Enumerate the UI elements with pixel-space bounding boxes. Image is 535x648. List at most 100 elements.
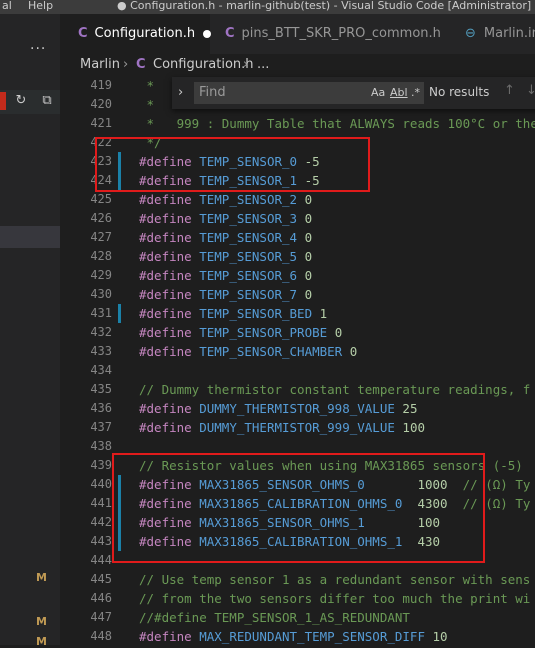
- define-keyword: #define: [139, 230, 192, 245]
- macro-name: TEMP_SENSOR_4: [199, 230, 298, 245]
- macro-name: TEMP_SENSOR_7: [199, 287, 298, 302]
- macro-name: TEMP_SENSOR_BED: [199, 306, 313, 321]
- selected-file-row[interactable]: [0, 226, 60, 248]
- macro-value: 100: [402, 420, 425, 435]
- regex-toggle[interactable]: .*: [411, 86, 420, 99]
- window-title: ● Configuration.h - marlin-github(test) …: [117, 0, 532, 12]
- macro-value: 0: [304, 211, 313, 226]
- line-number: 428: [90, 249, 112, 263]
- macro-name: TEMP_SENSOR_2: [199, 192, 298, 207]
- title-bar: al Help ● Configuration.h - marlin-githu…: [0, 0, 535, 14]
- tab-label: pins_BTT_SKR_PRO_common.h: [241, 26, 441, 41]
- code-line: #define DUMMY_THERMISTOR_999_VALUE 100: [139, 418, 425, 437]
- breadcrumb-more[interactable]: ...: [257, 54, 269, 76]
- code-line: // from the two sensors differ too much …: [139, 589, 530, 608]
- line-number: 444: [90, 553, 112, 567]
- c-file-icon: C: [78, 26, 88, 41]
- breadcrumb-file[interactable]: Configuration.h: [153, 54, 254, 76]
- chevron-right-icon: ›: [123, 57, 129, 72]
- define-keyword: #define: [139, 306, 192, 321]
- code-line: #define DUMMY_THERMISTOR_998_VALUE 25: [139, 399, 417, 418]
- modified-line-marker: [118, 304, 121, 323]
- modified-badge: M: [36, 571, 47, 584]
- line-number: 437: [90, 420, 112, 434]
- code-line: // Use temp sensor 1 as a redundant sens…: [139, 570, 530, 589]
- tab-pins-btt-skr-pro-common-h[interactable]: Cpins_BTT_SKR_PRO_common.h: [210, 14, 445, 54]
- define-keyword: #define: [139, 268, 192, 283]
- code-line: #define TEMP_SENSOR_2 0: [139, 190, 312, 209]
- line-number: 442: [90, 515, 112, 529]
- line-number: 427: [90, 230, 112, 244]
- code-comment: // Dummy thermistor constant temperature…: [139, 382, 531, 397]
- line-number: 429: [90, 268, 112, 282]
- next-match-icon[interactable]: ↓: [526, 83, 535, 98]
- code-line: #define TEMP_SENSOR_7 0: [139, 285, 312, 304]
- active-item-marker: [0, 92, 6, 110]
- find-input[interactable]: Find Aa Abl .*: [194, 82, 424, 104]
- tab-configuration-h[interactable]: C Configuration.h: [60, 14, 212, 54]
- code-line: #define TEMP_SENSOR_5 0: [139, 247, 312, 266]
- define-keyword: #define: [139, 287, 192, 302]
- find-placeholder: Find: [199, 85, 226, 100]
- macro-value: 1: [319, 306, 328, 321]
- code-line: #define TEMP_SENSOR_BED 1: [139, 304, 327, 323]
- collapse-all-icon[interactable]: ⧉: [40, 94, 54, 108]
- menu-view[interactable]: al: [2, 0, 12, 11]
- code-line: *: [139, 95, 155, 114]
- line-number: 420: [90, 97, 112, 111]
- more-actions-icon[interactable]: ···: [30, 41, 46, 57]
- line-number: 421: [90, 116, 112, 130]
- code-comment: //#define TEMP_SENSOR_1_AS_REDUNDANT: [139, 610, 410, 625]
- line-number: 433: [90, 344, 112, 358]
- chevron-right-icon: ›: [243, 57, 249, 72]
- code-line: *: [139, 76, 155, 95]
- line-number: 436: [90, 401, 112, 415]
- line-number: 426: [90, 211, 112, 225]
- code-line: //#define TEMP_SENSOR_1_AS_REDUNDANT: [139, 608, 410, 627]
- highlight-box-temp-sensors: [95, 137, 370, 192]
- explorer-sidebar: ··· ↻ ⧉ M M M: [0, 14, 60, 648]
- whole-word-toggle[interactable]: Abl: [390, 86, 408, 99]
- line-number: 441: [90, 496, 112, 510]
- define-keyword: #define: [139, 325, 192, 340]
- breadcrumb-folder[interactable]: Marlin: [80, 54, 120, 76]
- code-comment: // Use temp sensor 1 as a redundant sens…: [139, 572, 531, 587]
- line-number: 430: [90, 287, 112, 301]
- refresh-icon[interactable]: ↻: [14, 94, 28, 108]
- line-number: 431: [90, 306, 112, 320]
- code-line: #define TEMP_SENSOR_3 0: [139, 209, 312, 228]
- macro-value: 0: [334, 325, 343, 340]
- macro-name: TEMP_SENSOR_CHAMBER: [199, 344, 343, 359]
- line-number: 435: [90, 382, 112, 396]
- macro-name: TEMP_SENSOR_PROBE: [199, 325, 328, 340]
- define-keyword: #define: [139, 249, 192, 264]
- tab-bar: C Configuration.h Cpins_BTT_SKR_PRO_commo…: [60, 14, 535, 54]
- previous-match-icon[interactable]: ↑: [504, 83, 515, 98]
- tab-label: Marlin.ino: [483, 26, 535, 41]
- macro-value: 25: [402, 401, 418, 416]
- line-number: 443: [90, 534, 112, 548]
- line-number: 445: [90, 572, 112, 586]
- tab-label: Configuration.h: [94, 26, 196, 41]
- code-line: #define TEMP_SENSOR_4 0: [139, 228, 312, 247]
- define-keyword: #define: [139, 344, 192, 359]
- code-line: * 999 : Dummy Table that ALWAYS reads 10…: [139, 114, 535, 133]
- define-keyword: #define: [139, 192, 192, 207]
- c-file-icon: C: [136, 57, 146, 72]
- line-number: 446: [90, 591, 112, 605]
- line-number: 447: [90, 610, 112, 624]
- line-number: 438: [90, 439, 112, 453]
- highlight-box-max31865: [112, 453, 485, 563]
- tab-marlin-ino[interactable]: ⊖ Marlin.ino: [445, 14, 535, 54]
- menu-help[interactable]: Help: [28, 0, 53, 11]
- macro-value: 0: [304, 249, 313, 264]
- code-comment: *: [139, 78, 155, 93]
- modified-badge: M: [36, 615, 47, 628]
- find-widget: › Find Aa Abl .* No results ↑ ↓: [172, 77, 535, 109]
- modified-badge: M: [36, 635, 47, 648]
- ino-file-icon: ⊖: [465, 26, 476, 41]
- match-case-toggle[interactable]: Aa: [371, 86, 385, 99]
- macro-value: 0: [304, 268, 313, 283]
- chevron-right-icon[interactable]: ›: [178, 85, 183, 100]
- line-number: 448: [90, 629, 112, 643]
